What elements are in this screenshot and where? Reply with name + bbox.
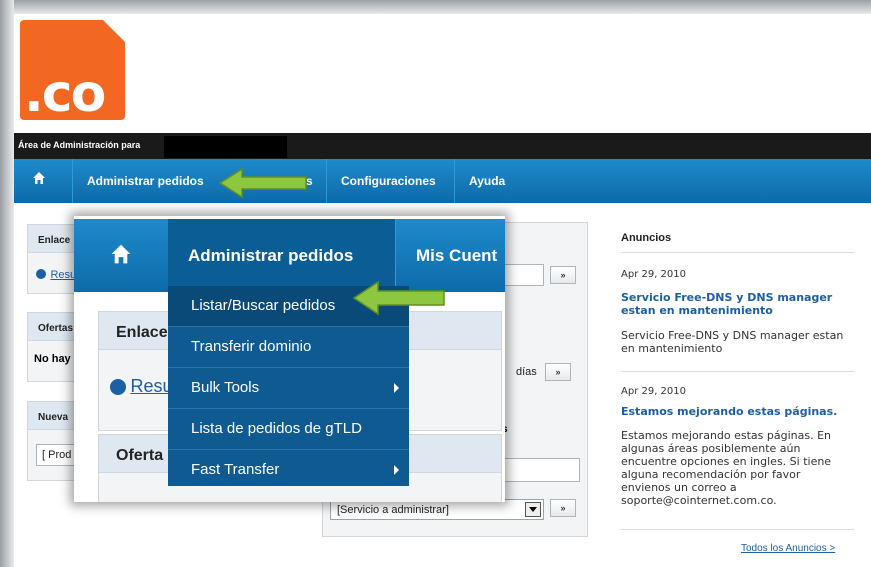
nav-configuraciones[interactable]: Configuraciones xyxy=(341,174,436,188)
highlight-arrow-icon xyxy=(352,280,445,316)
zoom-enlaces-link-row: Resu xyxy=(110,376,172,397)
menu-item-fast-transfer[interactable]: Fast Transfer xyxy=(168,450,409,491)
days-go-button[interactable]: » xyxy=(545,363,571,381)
divider xyxy=(621,529,854,530)
divider xyxy=(621,371,854,372)
enlaces-link[interactable]: Resu xyxy=(50,269,76,281)
zoom-enlaces-link[interactable]: Resu xyxy=(130,376,172,396)
co-logo[interactable]: .co xyxy=(20,20,125,120)
highlight-arrow-icon xyxy=(218,167,307,199)
page-frame: .co Área de Administración para Administ… xyxy=(0,0,871,567)
home-icon[interactable] xyxy=(110,243,132,270)
nav-administrar-pedidos[interactable]: Administrar pedidos xyxy=(87,174,204,188)
admin-bar: Área de Administración para xyxy=(14,133,871,159)
days-label: días xyxy=(516,366,537,378)
service-filter-input[interactable] xyxy=(500,458,580,482)
zoom-ofertas-title: Oferta xyxy=(116,447,164,464)
search-go-button[interactable]: » xyxy=(550,266,576,284)
menu-item-label: Fast Transfer xyxy=(191,461,280,478)
zoom-enlaces-title: Enlace xyxy=(116,324,168,341)
announcements-title: Anuncios xyxy=(621,232,672,244)
submenu-arrow-icon xyxy=(394,383,399,393)
bullet-icon xyxy=(110,378,126,395)
nav-separator xyxy=(72,159,73,203)
menu-item-gtld-list[interactable]: Lista de pedidos de gTLD xyxy=(168,409,409,450)
redacted-account-name xyxy=(164,136,287,158)
all-announcements-link[interactable]: Todos los Anuncios > xyxy=(741,543,835,554)
search-input[interactable] xyxy=(500,264,544,286)
service-select[interactable]: [Servicio a administrar] xyxy=(330,499,544,520)
zoomed-menu-callout: Enlace Resu Oferta Administrar pedidos M… xyxy=(74,216,505,502)
announcement-body: Estamos mejorando estas páginas. En algu… xyxy=(621,429,832,507)
announcement-date: Apr 29, 2010 xyxy=(621,386,687,397)
service-go-button[interactable]: » xyxy=(550,499,576,517)
service-select-value: [Servicio a administrar] xyxy=(337,504,449,516)
zoom-nav-administrar-pedidos[interactable]: Administrar pedidos xyxy=(188,246,353,266)
home-icon[interactable] xyxy=(32,171,46,190)
main-nav: Administrar pedidos s Configuraciones Ay… xyxy=(14,159,871,203)
announcement-headline[interactable]: Servicio Free-DNS y DNS manager estan en… xyxy=(621,291,846,317)
announcement-body: Servicio Free-DNS y DNS manager estan en… xyxy=(621,329,844,355)
nav-ayuda[interactable]: Ayuda xyxy=(469,174,505,188)
menu-item-bulk-tools[interactable]: Bulk Tools xyxy=(168,368,409,409)
nav-separator xyxy=(454,159,455,203)
divider xyxy=(621,252,854,253)
admin-bar-label: Área de Administración para xyxy=(18,140,141,150)
logo-text: .co xyxy=(24,64,106,124)
menu-item-transferir-dominio[interactable]: Transferir dominio xyxy=(168,327,409,368)
announcement-headline[interactable]: Estamos mejorando estas páginas. xyxy=(621,405,846,418)
menu-item-label: Bulk Tools xyxy=(191,379,260,396)
bullet-icon xyxy=(36,268,46,279)
announcement-date: Apr 29, 2010 xyxy=(621,269,687,280)
zoom-nav-mis-cuentas[interactable]: Mis Cuent xyxy=(416,246,497,266)
submenu-arrow-icon xyxy=(394,465,399,475)
nav-separator xyxy=(326,159,327,203)
chevron-down-icon xyxy=(525,502,541,517)
